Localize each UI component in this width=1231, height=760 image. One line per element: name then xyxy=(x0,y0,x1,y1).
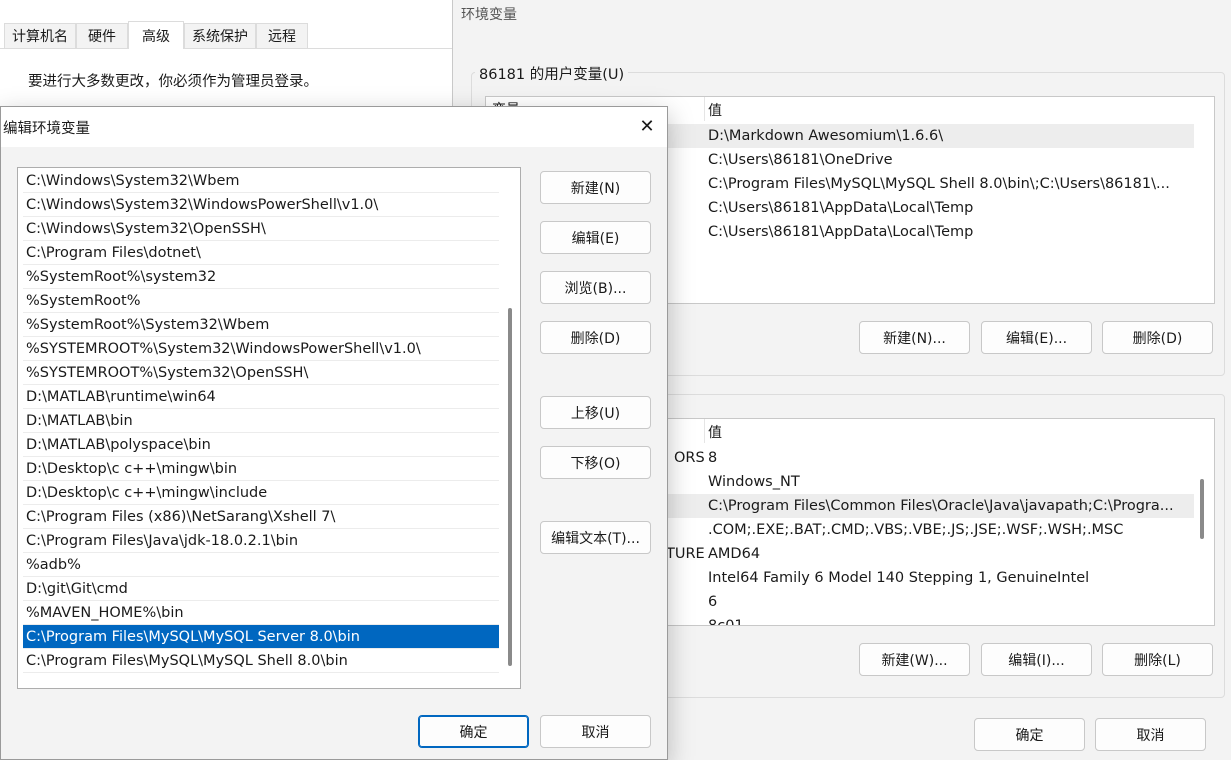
path-list-scrollbar[interactable] xyxy=(508,308,512,666)
value-cell: 8 xyxy=(708,450,718,466)
dialog-titlebar xyxy=(1,107,667,147)
value-cell: C:\Program Files\Common Files\Oracle\Jav… xyxy=(708,498,1174,514)
path-list-item[interactable]: D:\MATLAB\runtime\win64 xyxy=(23,385,499,409)
path-list[interactable]: C:\Windows\System32\Wbem C:\Windows\Syste… xyxy=(17,167,521,689)
header-separator xyxy=(704,419,705,443)
env-cancel-button[interactable]: 取消 xyxy=(1095,718,1206,751)
path-list-item[interactable]: C:\Program Files (x86)\NetSarang\Xshell … xyxy=(23,505,499,529)
name-cell: ORS xyxy=(674,450,705,466)
value-cell: 6 xyxy=(708,594,718,610)
path-list-item[interactable]: C:\Program Files\MySQL\MySQL Server 8.0\… xyxy=(23,625,499,649)
value-cell: 8c01 xyxy=(708,618,744,626)
value-cell: AMD64 xyxy=(708,546,761,562)
value-cell: C:\Users\86181\OneDrive xyxy=(708,152,893,168)
path-list-item[interactable]: C:\Windows\System32\WindowsPowerShell\v1… xyxy=(23,193,499,217)
header-separator xyxy=(704,97,705,121)
close-icon[interactable]: ✕ xyxy=(633,113,661,139)
header-value[interactable]: 值 xyxy=(708,421,722,445)
user-delete-button[interactable]: 删除(D) xyxy=(1102,321,1213,354)
tab-computer-name[interactable]: 计算机名 xyxy=(4,23,76,48)
value-cell: D:\Markdown Awesomium\1.6.6\ xyxy=(708,128,944,144)
value-cell: C:\Users\86181\AppData\Local\Temp xyxy=(708,224,974,240)
user-edit-button[interactable]: 编辑(E)... xyxy=(981,321,1092,354)
path-list-item[interactable]: D:\MATLAB\polyspace\bin xyxy=(23,433,499,457)
value-cell: C:\Users\86181\AppData\Local\Temp xyxy=(708,200,974,216)
path-list-item[interactable]: %SystemRoot%\system32 xyxy=(23,265,499,289)
path-list-item[interactable]: %SYSTEMROOT%\System32\OpenSSH\ xyxy=(23,361,499,385)
path-list-item[interactable]: C:\Program Files\dotnet\ xyxy=(23,241,499,265)
path-list-item[interactable]: D:\Desktop\c c++\mingw\bin xyxy=(23,457,499,481)
tab-hardware[interactable]: 硬件 xyxy=(76,23,128,48)
value-cell: C:\Program Files\MySQL\MySQL Shell 8.0\b… xyxy=(708,176,1170,192)
env-ok-button[interactable]: 确定 xyxy=(974,718,1085,751)
value-cell: Intel64 Family 6 Model 140 Stepping 1, G… xyxy=(708,570,1090,586)
admin-notice: 要进行大多数更改，你必须作为管理员登录。 xyxy=(28,74,318,90)
new-button[interactable]: 新建(N) xyxy=(540,171,651,204)
system-list-scrollbar[interactable] xyxy=(1200,479,1204,539)
browse-button[interactable]: 浏览(B)... xyxy=(540,271,651,304)
path-list-item[interactable]: C:\Program Files\Java\jdk-18.0.2.1\bin xyxy=(23,529,499,553)
header-value[interactable]: 值 xyxy=(708,99,722,123)
name-cell: TURE xyxy=(666,546,705,562)
tab-remote[interactable]: 远程 xyxy=(256,23,308,48)
path-list-item[interactable]: C:\Windows\System32\OpenSSH\ xyxy=(23,217,499,241)
path-list-item[interactable]: D:\git\Git\cmd xyxy=(23,577,499,601)
delete-button[interactable]: 删除(D) xyxy=(540,321,651,354)
cancel-button[interactable]: 取消 xyxy=(540,715,651,748)
path-list-item[interactable]: %MAVEN_HOME%\bin xyxy=(23,601,499,625)
system-edit-button[interactable]: 编辑(I)... xyxy=(981,643,1092,676)
path-list-item[interactable]: %SYSTEMROOT%\System32\WindowsPowerShell\… xyxy=(23,337,499,361)
move-up-button[interactable]: 上移(U) xyxy=(540,396,651,429)
move-down-button[interactable]: 下移(O) xyxy=(540,446,651,479)
path-list-item[interactable]: C:\Windows\System32\Wbem xyxy=(23,169,499,193)
path-list-item[interactable]: %SystemRoot%\System32\Wbem xyxy=(23,313,499,337)
system-delete-button[interactable]: 删除(L) xyxy=(1102,643,1213,676)
path-list-item[interactable]: D:\MATLAB\bin xyxy=(23,409,499,433)
user-variables-label: 86181 的用户变量(U) xyxy=(475,63,629,84)
edit-button[interactable]: 编辑(E) xyxy=(540,221,651,254)
tab-advanced[interactable]: 高级 xyxy=(128,21,184,49)
edit-text-button[interactable]: 编辑文本(T)... xyxy=(540,521,651,554)
path-list-item[interactable]: %SystemRoot% xyxy=(23,289,499,313)
value-cell: Windows_NT xyxy=(708,474,800,490)
ok-button[interactable]: 确定 xyxy=(418,715,529,748)
path-list-item[interactable]: D:\Desktop\c c++\mingw\include xyxy=(23,481,499,505)
tab-system-protection[interactable]: 系统保护 xyxy=(184,23,256,48)
dialog-title: 编辑环境变量 xyxy=(3,121,90,137)
edit-environment-variable-dialog: 编辑环境变量 ✕ C:\Windows\System32\Wbem C:\Wind… xyxy=(0,106,668,760)
system-new-button[interactable]: 新建(W)... xyxy=(859,643,970,676)
path-list-item[interactable]: C:\Program Files\MySQL\MySQL Shell 8.0\b… xyxy=(23,649,499,673)
user-new-button[interactable]: 新建(N)... xyxy=(859,321,970,354)
value-cell: .COM;.EXE;.BAT;.CMD;.VBS;.VBE;.JS;.JSE;.… xyxy=(708,522,1124,538)
path-list-item[interactable]: %adb% xyxy=(23,553,499,577)
window-title: 环境变量 xyxy=(461,7,517,23)
